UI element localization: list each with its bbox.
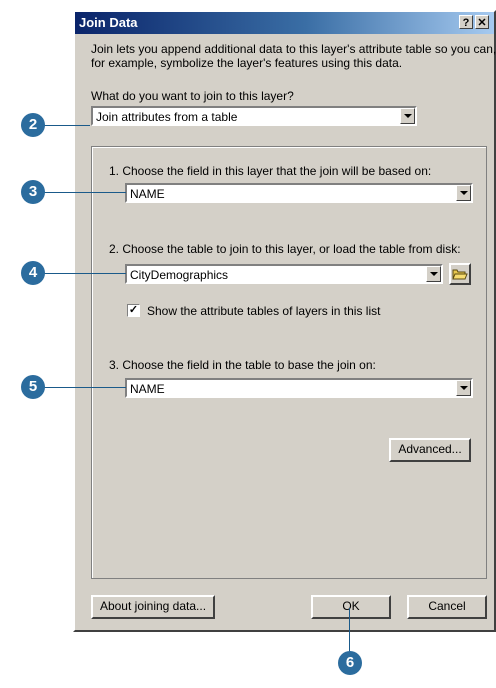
callout-5-line (42, 387, 126, 388)
step2-label: 2. Choose the table to join to this laye… (109, 242, 461, 256)
join-table-value: CityDemographics (130, 268, 229, 282)
show-layer-tables-label: Show the attribute tables of layers in t… (147, 304, 381, 318)
callout-4-line (42, 273, 126, 274)
callout-6: 6 (338, 651, 362, 675)
table-field-value: NAME (130, 382, 165, 396)
callout-4: 4 (21, 261, 45, 285)
intro-text-line2: for example, symbolize the layer's featu… (91, 56, 403, 70)
ok-button[interactable]: OK (311, 595, 391, 619)
callout-2-line (42, 125, 90, 126)
layer-field-value: NAME (130, 187, 165, 201)
table-field-dropdown[interactable]: NAME (125, 378, 473, 398)
join-question-label: What do you want to join to this layer? (91, 89, 294, 103)
layer-field-dropdown[interactable]: NAME (125, 183, 473, 203)
callout-3: 3 (21, 180, 45, 204)
title-bar: Join Data ? ✕ (75, 12, 494, 34)
show-layer-tables-checkbox[interactable]: ✓ (127, 304, 140, 317)
cancel-button[interactable]: Cancel (407, 595, 487, 619)
layer-field-chevron-down-icon[interactable] (456, 185, 471, 201)
join-table-dropdown[interactable]: CityDemographics (125, 264, 443, 284)
browse-folder-button[interactable] (449, 263, 471, 285)
dialog-title: Join Data (79, 15, 138, 30)
join-type-dropdown[interactable]: Join attributes from a table (91, 106, 417, 126)
table-field-chevron-down-icon[interactable] (456, 380, 471, 396)
join-table-chevron-down-icon[interactable] (426, 266, 441, 282)
close-button[interactable]: ✕ (475, 15, 489, 29)
join-type-value: Join attributes from a table (96, 110, 238, 124)
about-joining-data-button[interactable]: About joining data... (91, 595, 215, 619)
callout-2: 2 (21, 113, 45, 137)
step3-label: 3. Choose the field in the table to base… (109, 358, 376, 372)
callout-3-line (42, 192, 126, 193)
help-button[interactable]: ? (459, 15, 473, 29)
callout-6-line (349, 608, 350, 652)
intro-text-line1: Join lets you append additional data to … (91, 42, 496, 56)
join-type-chevron-down-icon[interactable] (400, 108, 415, 124)
callout-5: 5 (21, 375, 45, 399)
step1-label: 1. Choose the field in this layer that t… (109, 164, 432, 178)
advanced-button[interactable]: Advanced... (389, 438, 471, 462)
open-folder-icon (452, 269, 468, 280)
join-data-dialog: Join Data ? ✕ Join lets you append addit… (73, 10, 496, 632)
